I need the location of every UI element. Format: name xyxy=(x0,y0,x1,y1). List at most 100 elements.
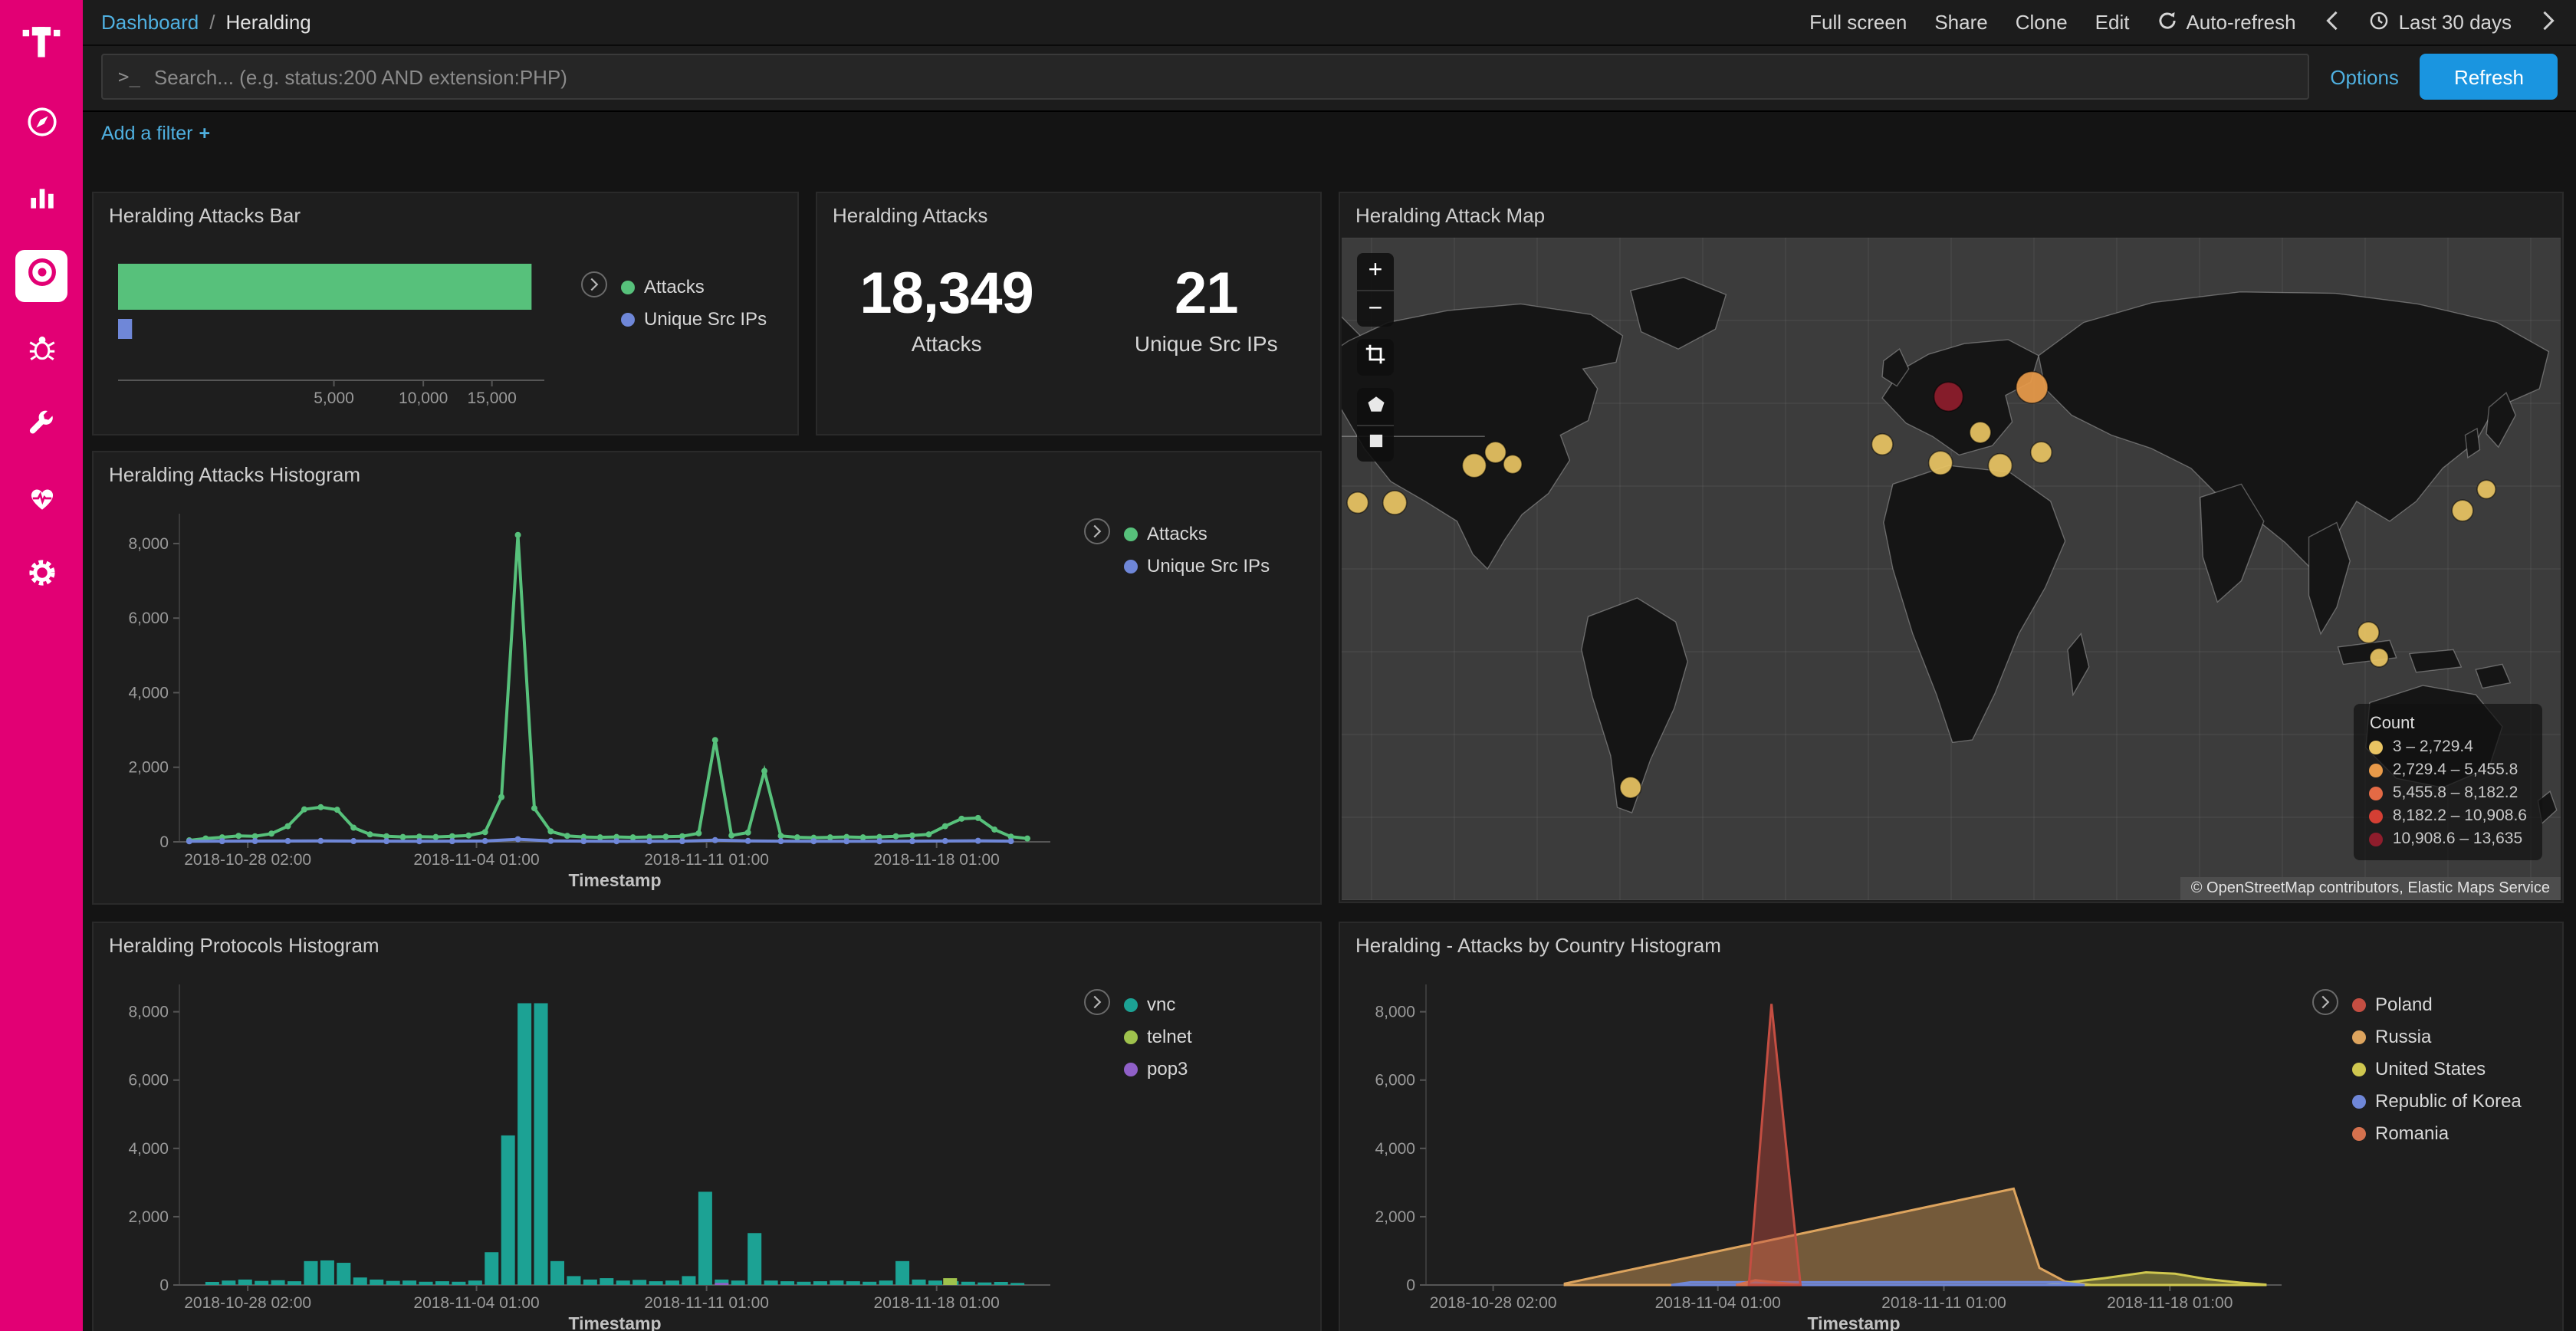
map-attribution[interactable]: © OpenStreetMap contributors, Elastic Ma… xyxy=(2180,877,2561,900)
legend-item[interactable]: Attacks xyxy=(621,276,767,297)
share-button[interactable]: Share xyxy=(1934,11,1987,34)
map-count-legend: Count 3 – 2,729.4 2,729.4 – 5,455.8 5,45… xyxy=(2354,704,2542,860)
series-color-dot xyxy=(2352,997,2366,1011)
add-filter-link[interactable]: Add a filter+ xyxy=(101,123,210,144)
svg-text:6,000: 6,000 xyxy=(1375,1072,1415,1089)
legend-item[interactable]: Russia xyxy=(2352,1026,2522,1047)
sidebar-item-honeypot[interactable] xyxy=(15,325,67,377)
clone-button[interactable]: Clone xyxy=(2016,11,2068,34)
metric-unique-src-ips: 21 Unique Src IPs xyxy=(1135,262,1278,355)
legend-toggle-button[interactable] xyxy=(1084,518,1110,544)
country-histogram-chart[interactable]: 02,0004,0006,0008,0002018-10-28 02:00201… xyxy=(1352,969,2300,1331)
panel-title: Heralding Protocols Histogram xyxy=(94,923,1320,961)
legend-item[interactable]: Attacks xyxy=(1124,523,1270,544)
svg-text:2018-10-28 02:00: 2018-10-28 02:00 xyxy=(1430,1294,1557,1312)
legend-item[interactable]: Romania xyxy=(2352,1122,2522,1144)
svg-text:2018-11-11 01:00: 2018-11-11 01:00 xyxy=(644,851,769,869)
sidebar-item-health[interactable] xyxy=(15,475,67,527)
auto-refresh-button[interactable]: Auto-refresh xyxy=(2157,10,2295,35)
panel-title: Heralding - Attacks by Country Histogram xyxy=(1340,923,2562,961)
top-nav: Dashboard / Heralding Full screen Share … xyxy=(83,0,2576,46)
series-color-dot xyxy=(1124,527,1138,541)
legend-label: Attacks xyxy=(644,276,705,297)
attacks-bar-chart[interactable]: 5,00010,00015,000 xyxy=(109,248,566,426)
map-draw-polygon-button[interactable] xyxy=(1357,388,1394,425)
chevron-left-icon xyxy=(2327,10,2339,35)
svg-text:4,000: 4,000 xyxy=(128,684,169,702)
legend-item[interactable]: United States xyxy=(2352,1058,2522,1080)
sidebar-item-dashboards-active[interactable] xyxy=(15,250,67,302)
country-histogram-legend: Poland Russia United States Republic of … xyxy=(2312,991,2522,1144)
series-color-dot xyxy=(1124,997,1138,1011)
legend-label: Unique Src IPs xyxy=(1147,555,1270,577)
options-link[interactable]: Options xyxy=(2330,65,2399,88)
svg-text:2018-10-28 02:00: 2018-10-28 02:00 xyxy=(184,1294,311,1312)
legend-item: 3 – 2,729.4 xyxy=(2370,738,2527,756)
range-label: 5,455.8 – 8,182.2 xyxy=(2393,784,2518,802)
sidebar-item-gauge[interactable] xyxy=(15,100,67,152)
full-screen-button[interactable]: Full screen xyxy=(1809,11,1907,34)
legend-item[interactable]: Republic of Korea xyxy=(2352,1090,2522,1112)
edit-button[interactable]: Edit xyxy=(2095,11,2130,34)
legend-label: Russia xyxy=(2375,1026,2431,1047)
search-box[interactable]: >_ xyxy=(101,54,2308,100)
series-color-dot xyxy=(2352,1094,2366,1108)
svg-text:2018-11-18 01:00: 2018-11-18 01:00 xyxy=(874,1294,1000,1312)
telekom-t-logo[interactable] xyxy=(14,11,69,69)
time-forward-button[interactable] xyxy=(2539,10,2558,35)
map-zoom-out-button[interactable]: − xyxy=(1357,290,1394,327)
legend-label: vnc xyxy=(1147,994,1175,1015)
metric-value: 18,349 xyxy=(859,262,1033,329)
legend-item[interactable]: pop3 xyxy=(1124,1058,1192,1080)
legend-label: pop3 xyxy=(1147,1058,1188,1080)
search-input[interactable] xyxy=(154,65,2292,88)
series-color-dot xyxy=(1124,559,1138,573)
map-draw-rectangle-button[interactable] xyxy=(1357,425,1394,462)
metric-group: 18,349 Attacks 21 Unique Src IPs xyxy=(817,262,1320,355)
map-fit-data-bounds-button[interactable] xyxy=(1357,339,1394,376)
telekom-t-icon xyxy=(18,17,64,63)
legend-toggle-button[interactable] xyxy=(1084,989,1110,1015)
attacks-histogram-chart[interactable]: 02,0004,0006,0008,0002018-10-28 02:00201… xyxy=(106,498,1069,897)
map-controls: + − xyxy=(1357,253,1394,462)
sidebar-item-analytics[interactable] xyxy=(15,175,67,227)
auto-refresh-label: Auto-refresh xyxy=(2186,11,2295,34)
chevron-right-icon xyxy=(1092,521,1102,542)
series-color-dot xyxy=(1124,1062,1138,1076)
svg-text:2018-11-04 01:00: 2018-11-04 01:00 xyxy=(1655,1294,1781,1312)
series-color-dot xyxy=(621,312,635,326)
square-icon xyxy=(1365,431,1385,457)
legend-item[interactable]: telnet xyxy=(1124,1026,1192,1047)
map-zoom-in-button[interactable]: + xyxy=(1357,253,1394,290)
time-range-button[interactable]: Last 30 days xyxy=(2370,10,2512,35)
legend-item[interactable]: vnc xyxy=(1124,994,1192,1015)
legend-item: 2,729.4 – 5,455.8 xyxy=(2370,761,2527,779)
add-filter-label: Add a filter xyxy=(101,123,193,144)
sidebar-item-settings[interactable] xyxy=(15,550,67,603)
refresh-button[interactable]: Refresh xyxy=(2420,54,2558,100)
legend-item[interactable]: Unique Src IPs xyxy=(621,308,767,330)
heart-pulse-icon xyxy=(25,481,58,521)
svg-text:2018-10-28 02:00: 2018-10-28 02:00 xyxy=(184,851,311,869)
metric-attacks: 18,349 Attacks xyxy=(859,262,1033,355)
refresh-cycle-icon xyxy=(2157,10,2177,35)
legend-toggle-button[interactable] xyxy=(581,271,607,297)
target-icon xyxy=(25,256,58,296)
panel-heralding-attacks-histogram: Heralding Attacks Histogram 02,0004,0006… xyxy=(92,451,1322,905)
legend-item[interactable]: Poland xyxy=(2352,994,2522,1015)
svg-text:2018-11-04 01:00: 2018-11-04 01:00 xyxy=(413,1294,539,1312)
breadcrumb-dashboard-link[interactable]: Dashboard xyxy=(101,11,199,34)
svg-text:2018-11-18 01:00: 2018-11-18 01:00 xyxy=(874,851,1000,869)
legend-item: 8,182.2 – 10,908.6 xyxy=(2370,807,2527,825)
protocols-histogram-chart[interactable]: 02,0004,0006,0008,0002018-10-28 02:00201… xyxy=(106,969,1069,1331)
sidebar-item-tools[interactable] xyxy=(15,400,67,452)
legend-item[interactable]: Unique Src IPs xyxy=(1124,555,1270,577)
bar-chart-icon xyxy=(25,181,58,221)
attack-map-canvas[interactable]: + − xyxy=(1342,238,2561,900)
time-back-button[interactable] xyxy=(2324,10,2342,35)
svg-text:2018-11-11 01:00: 2018-11-11 01:00 xyxy=(1881,1294,2006,1312)
legend-label: Republic of Korea xyxy=(2375,1090,2522,1112)
panel-heralding-attack-map: Heralding Attack Map + − xyxy=(1339,192,2564,903)
legend-toggle-button[interactable] xyxy=(2312,989,2338,1015)
legend-label: Poland xyxy=(2375,994,2433,1015)
